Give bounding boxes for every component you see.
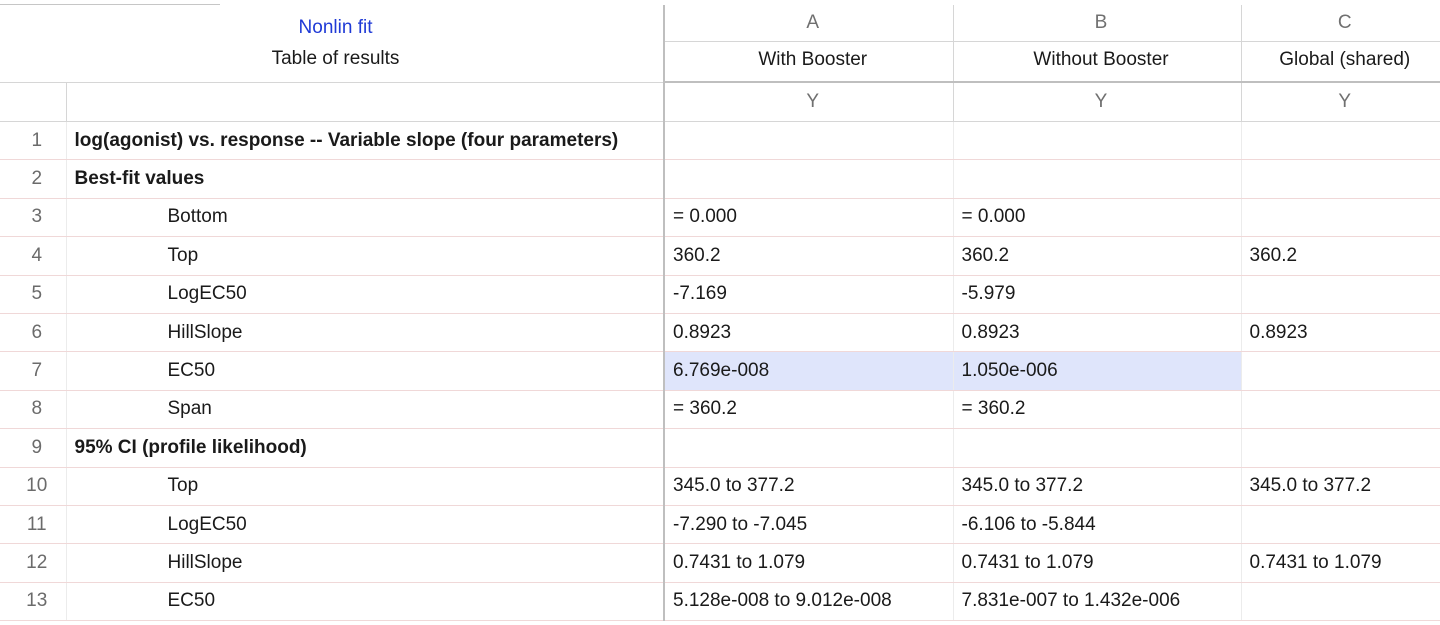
column-name-b-text: Without Booster: [1033, 48, 1169, 70]
table-row: 5 LogEC50 -7.169 -5.979: [0, 275, 1440, 314]
row-label[interactable]: Span: [66, 390, 666, 430]
table-row: 2 Best-fit values: [0, 159, 1440, 199]
cell-b[interactable]: = 360.2: [953, 390, 1242, 430]
row-label[interactable]: Top: [66, 467, 666, 506]
cell-c[interactable]: [1241, 390, 1440, 430]
row-title-header[interactable]: [66, 82, 666, 122]
cell-c[interactable]: [1241, 351, 1440, 391]
results-grid: Nonlin fit Table of results A B C With B…: [0, 5, 1440, 622]
row-label[interactable]: 95% CI (profile likelihood): [66, 428, 666, 468]
column-letter-a[interactable]: A: [664, 5, 954, 42]
cell-b[interactable]: 360.2: [953, 236, 1242, 276]
cell-b[interactable]: 1.050e-006: [953, 351, 1242, 391]
column-name-c-text: Global (shared): [1279, 48, 1411, 70]
row-number[interactable]: 1: [0, 121, 67, 161]
cell-a[interactable]: 5.128e-008 to 9.012e-008: [664, 582, 954, 622]
column-letter-c[interactable]: C: [1241, 5, 1440, 42]
row-number[interactable]: 9: [0, 428, 67, 468]
sheet-title[interactable]: Nonlin fit: [8, 17, 662, 39]
cell-c[interactable]: 345.0 to 377.2: [1241, 467, 1440, 506]
cell-b[interactable]: 7.831e-007 to 1.432e-006: [953, 582, 1242, 622]
table-row: 8 Span = 360.2 = 360.2: [0, 390, 1440, 430]
cell-a[interactable]: 345.0 to 377.2: [664, 467, 954, 506]
cell-b[interactable]: -6.106 to -5.844: [953, 505, 1242, 545]
cell-b[interactable]: [953, 159, 1242, 199]
cell-a[interactable]: = 0.000: [664, 198, 954, 238]
row-label[interactable]: LogEC50: [66, 505, 666, 545]
row-label[interactable]: Bottom: [66, 198, 666, 238]
sheet-subtitle: Table of results: [271, 47, 400, 69]
header-row-letters: Nonlin fit Table of results A B C: [0, 5, 1440, 83]
row-label[interactable]: Top: [66, 236, 666, 276]
row-number[interactable]: 3: [0, 198, 67, 238]
results-sheet: Nonlin fit Table of results A B C With B…: [0, 5, 1440, 625]
row-label[interactable]: LogEC50: [66, 275, 666, 314]
cell-c[interactable]: [1241, 582, 1440, 622]
cell-c[interactable]: 0.8923: [1241, 313, 1440, 353]
cell-a[interactable]: [664, 159, 954, 199]
row-label[interactable]: HillSlope: [66, 543, 666, 583]
column-name-a[interactable]: With Booster: [664, 41, 954, 83]
sheet-title-cell[interactable]: Nonlin fit Table of results: [0, 5, 666, 83]
row-number[interactable]: 11: [0, 505, 67, 545]
cell-a[interactable]: -7.169: [664, 275, 954, 314]
header-row-subcolumns: Y Y Y: [0, 82, 1440, 122]
cell-b[interactable]: 0.7431 to 1.079: [953, 543, 1242, 583]
row-number[interactable]: 12: [0, 543, 67, 583]
cell-c[interactable]: 0.7431 to 1.079: [1241, 543, 1440, 583]
table-row: 1 log(agonist) vs. response -- Variable s…: [0, 121, 1440, 161]
row-number[interactable]: 5: [0, 275, 67, 314]
cell-b[interactable]: 345.0 to 377.2: [953, 467, 1242, 506]
row-label[interactable]: EC50: [66, 351, 666, 391]
row-number[interactable]: 8: [0, 390, 67, 430]
table-row: 12 HillSlope 0.7431 to 1.079 0.7431 to 1.07…: [0, 543, 1440, 583]
cell-b[interactable]: [953, 428, 1242, 468]
cell-a[interactable]: 0.7431 to 1.079: [664, 543, 954, 583]
cell-b[interactable]: [953, 121, 1242, 161]
row-number[interactable]: 10: [0, 467, 67, 506]
cell-b[interactable]: 0.8923: [953, 313, 1242, 353]
subcolumn-a-y[interactable]: Y: [664, 82, 954, 122]
cell-b[interactable]: -5.979: [953, 275, 1242, 314]
corner-cell[interactable]: [0, 82, 67, 122]
table-row: 3 Bottom = 0.000 = 0.000: [0, 198, 1440, 238]
cell-c[interactable]: 360.2: [1241, 236, 1440, 276]
table-row: 4 Top 360.2 360.2 360.2: [0, 236, 1440, 276]
row-label[interactable]: HillSlope: [66, 313, 666, 353]
column-name-b[interactable]: Without Booster: [953, 41, 1242, 83]
row-label[interactable]: log(agonist) vs. response -- Variable sl…: [66, 121, 666, 161]
column-name-c[interactable]: Global (shared): [1241, 41, 1440, 83]
table-row: 6 HillSlope 0.8923 0.8923 0.8923: [0, 313, 1440, 353]
table-row: 11 LogEC50 -7.290 to -7.045 -6.106 to -5.84…: [0, 505, 1440, 545]
table-row: 10 Top 345.0 to 377.2 345.0 to 377.2 345.0 t…: [0, 467, 1440, 506]
table-row: 13 EC50 5.128e-008 to 9.012e-008 7.831e-007…: [0, 582, 1440, 622]
row-label[interactable]: Best-fit values: [66, 159, 666, 199]
table-row: 9 95% CI (profile likelihood): [0, 428, 1440, 468]
cell-c[interactable]: [1241, 275, 1440, 314]
cell-a[interactable]: [664, 121, 954, 161]
column-letter-b[interactable]: B: [953, 5, 1242, 42]
table-row: 7 EC50 6.769e-008 1.050e-006: [0, 351, 1440, 391]
subcolumn-c-y[interactable]: Y: [1241, 82, 1440, 122]
cell-c[interactable]: [1241, 159, 1440, 199]
cell-b[interactable]: = 0.000: [953, 198, 1242, 238]
row-number[interactable]: 6: [0, 313, 67, 353]
row-label[interactable]: EC50: [66, 582, 666, 622]
cell-c[interactable]: [1241, 121, 1440, 161]
cell-c[interactable]: [1241, 505, 1440, 545]
cell-c[interactable]: [1241, 198, 1440, 238]
row-number[interactable]: 4: [0, 236, 67, 276]
cell-c[interactable]: [1241, 428, 1440, 468]
cell-a[interactable]: [664, 428, 954, 468]
row-number[interactable]: 13: [0, 582, 67, 622]
row-number[interactable]: 2: [0, 159, 67, 199]
subcolumn-b-y[interactable]: Y: [953, 82, 1242, 122]
row-number[interactable]: 7: [0, 351, 67, 391]
cell-a[interactable]: 0.8923: [664, 313, 954, 353]
column-name-a-text: With Booster: [758, 48, 868, 70]
cell-a[interactable]: 360.2: [664, 236, 954, 276]
cell-a[interactable]: -7.290 to -7.045: [664, 505, 954, 545]
cell-a[interactable]: 6.769e-008: [664, 351, 954, 391]
cell-a[interactable]: = 360.2: [664, 390, 954, 430]
